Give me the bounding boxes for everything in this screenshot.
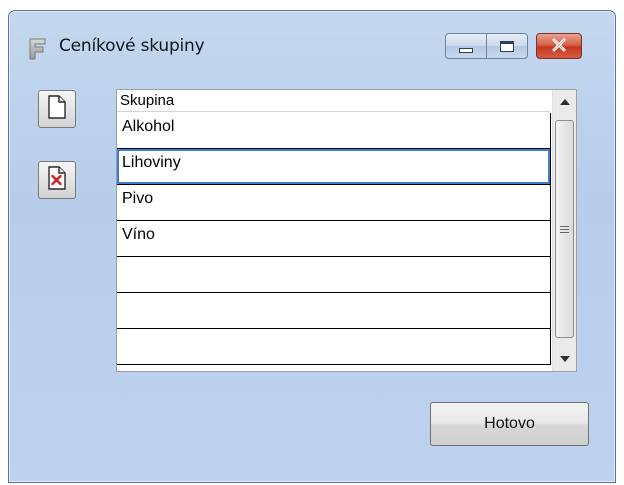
app-f-icon xyxy=(27,37,49,61)
dialog-client-area: Skupina Alkohol Lihoviny Pivo Víno Hotov… xyxy=(10,69,614,481)
table-row[interactable] xyxy=(117,329,551,365)
title-bar[interactable]: Ceníkové skupiny xyxy=(9,11,615,69)
close-button[interactable] xyxy=(536,33,582,59)
table-row[interactable] xyxy=(117,293,551,329)
new-item-button[interactable] xyxy=(38,90,76,128)
groups-grid[interactable]: Skupina Alkohol Lihoviny Pivo Víno xyxy=(116,89,577,372)
dialog-window: Ceníkové skupiny Skupina Alkohol Lihovin… xyxy=(8,10,616,483)
close-icon xyxy=(551,37,567,56)
scroll-up-button[interactable] xyxy=(553,92,576,112)
minimize-icon xyxy=(459,47,473,53)
table-row[interactable]: Alkohol xyxy=(117,113,551,149)
delete-item-button[interactable] xyxy=(38,161,76,199)
delete-document-icon xyxy=(47,166,67,194)
scrollbar-thumb[interactable] xyxy=(555,120,574,338)
done-button[interactable]: Hotovo xyxy=(430,402,589,446)
maximize-icon xyxy=(500,40,514,52)
chevron-down-icon xyxy=(559,356,570,362)
scroll-down-button[interactable] xyxy=(553,349,576,369)
table-row[interactable]: Pivo xyxy=(117,185,551,221)
maximize-button[interactable] xyxy=(486,33,528,59)
minimize-button[interactable] xyxy=(445,33,487,59)
new-document-icon xyxy=(47,95,67,123)
column-header-skupina[interactable]: Skupina xyxy=(117,90,550,112)
table-row[interactable]: Víno xyxy=(117,221,551,257)
table-row[interactable]: Lihoviny xyxy=(117,149,551,185)
grip-icon xyxy=(560,225,569,233)
vertical-scrollbar[interactable] xyxy=(552,90,576,371)
chevron-up-icon xyxy=(559,99,570,105)
window-title: Ceníkové skupiny xyxy=(59,36,205,56)
table-row[interactable] xyxy=(117,257,551,293)
